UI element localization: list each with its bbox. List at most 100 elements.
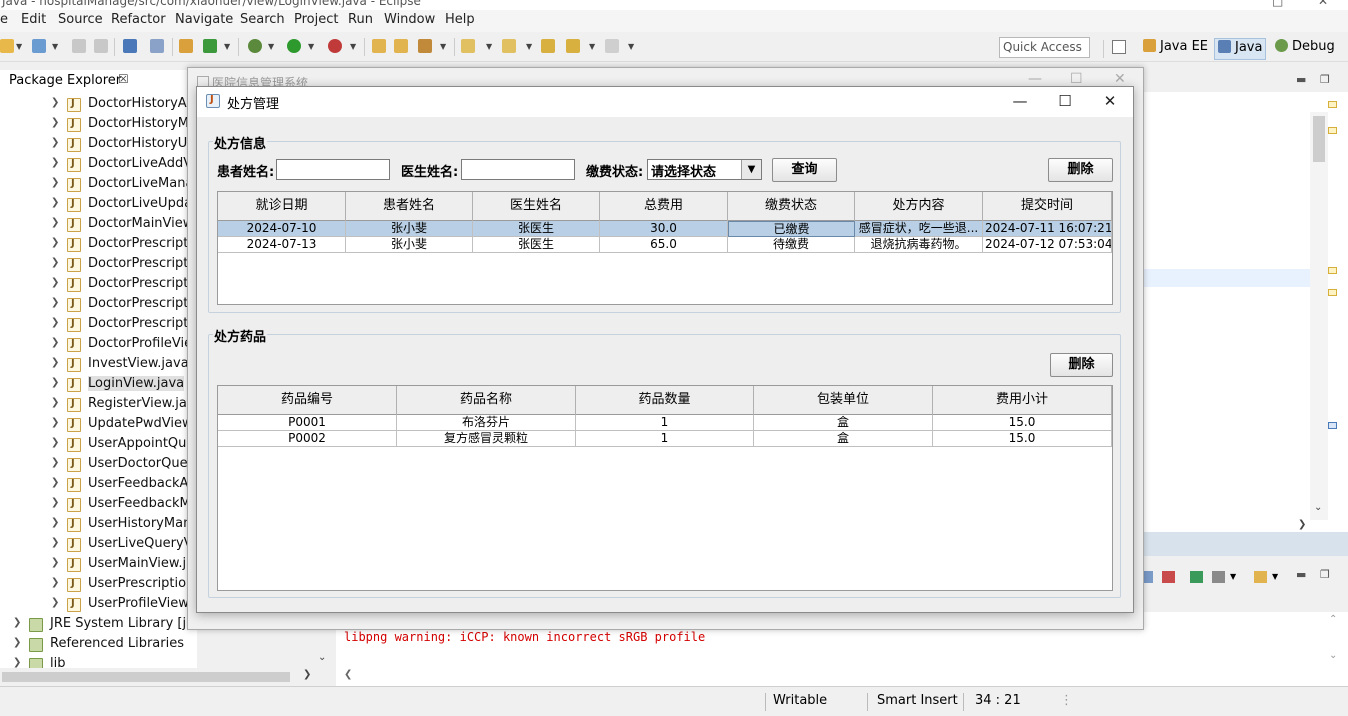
- menu-refactor[interactable]: Refactor: [111, 12, 166, 27]
- debug-icon[interactable]: [248, 39, 262, 53]
- table-cell[interactable]: 布洛芬片: [397, 415, 576, 431]
- scroll-thumb[interactable]: [1313, 116, 1325, 162]
- tree-item-java-file[interactable]: ❯ DoctorHistoryMa: [0, 114, 197, 134]
- chevron-right-icon[interactable]: ❯: [51, 457, 59, 468]
- package-explorer-tab[interactable]: Package Explorer ☒: [0, 70, 190, 92]
- table-row[interactable]: 2024-07-10 张小斐 张医生 30.0 已缴费 感冒症状，吃一些退... 2024-…: [218, 221, 1112, 237]
- tree-item-java-file[interactable]: ❯ DoctorLiveAddVie: [0, 154, 197, 174]
- chevron-right-icon[interactable]: ❯: [51, 557, 59, 568]
- tree-item-java-file[interactable]: ❯ UserProfileView.ja: [0, 594, 197, 614]
- chevron-right-icon[interactable]: ❯: [51, 217, 59, 228]
- console-vscrollbar[interactable]: ⌃ ⌄: [1327, 614, 1345, 668]
- tree-item-java-file[interactable]: ❯ DoctorPrescriptio: [0, 254, 197, 274]
- column-header[interactable]: 药品数量: [576, 386, 754, 415]
- tree-item-java-file[interactable]: ❯ RegisterView.java: [0, 394, 197, 414]
- chevron-right-icon[interactable]: ❯: [51, 477, 59, 488]
- tree-item-library[interactable]: ❯ JRE System Library [jre1: [0, 614, 197, 634]
- open-console-dropdown-icon[interactable]: ▼: [1272, 572, 1278, 581]
- doctor-name-input[interactable]: [461, 159, 575, 180]
- column-header[interactable]: 总费用: [600, 192, 728, 221]
- table-cell[interactable]: 复方感冒灵颗粒: [397, 431, 576, 447]
- console-icon[interactable]: [123, 39, 137, 53]
- tree-item-java-file[interactable]: ❯ DoctorProfileView: [0, 334, 197, 354]
- console-hscrollbar[interactable]: ❮: [344, 669, 1344, 685]
- dialog-title-bar[interactable]: 处方管理 — ☐ ✕: [197, 87, 1133, 117]
- scroll-up-icon[interactable]: ⌃: [1329, 614, 1337, 625]
- tree-item-java-file[interactable]: ❯ UserFeedbackMa: [0, 494, 197, 514]
- quick-access-input[interactable]: Quick Access: [999, 37, 1090, 58]
- chevron-right-icon[interactable]: ❯: [51, 137, 59, 148]
- tree-item-java-file[interactable]: ❯ DoctorHistoryUpc: [0, 134, 197, 154]
- chevron-right-icon[interactable]: ❯: [51, 317, 59, 328]
- menu-navigate[interactable]: Navigate: [175, 12, 233, 27]
- tree-item-java-file[interactable]: ❯ UserFeedbackAd: [0, 474, 197, 494]
- chevron-right-icon[interactable]: ❯: [51, 297, 59, 308]
- open-type-icon[interactable]: [372, 39, 386, 53]
- refresh-dropdown-icon[interactable]: ▼: [224, 42, 230, 51]
- close-icon[interactable]: ✕: [1114, 71, 1126, 87]
- prescription-table[interactable]: 就诊日期 患者姓名 医生姓名 总费用 缴费状态 处方内容 提交时间 2024-07-10 张小斐…: [217, 191, 1113, 305]
- maximize-icon[interactable]: ❐: [1320, 568, 1330, 581]
- table-row[interactable]: P0002 复方感冒灵颗粒 1 盒 15.0: [218, 431, 1112, 447]
- warning-marker-icon[interactable]: [1328, 267, 1337, 274]
- search-tool-icon[interactable]: [418, 39, 432, 53]
- minimize-icon[interactable]: —: [1028, 71, 1042, 87]
- minimize-icon[interactable]: ▬: [1296, 73, 1306, 86]
- tree-item-java-file[interactable]: ❯ UserDoctorQuery: [0, 454, 197, 474]
- table-cell[interactable]: 盒: [754, 431, 933, 447]
- perspective-java-ee[interactable]: Java EE: [1140, 38, 1211, 60]
- table-cell[interactable]: P0001: [218, 415, 397, 431]
- table-cell[interactable]: 2024-07-13: [218, 237, 346, 253]
- query-button[interactable]: 查询: [772, 158, 837, 182]
- eclipse-maximize-icon[interactable]: □: [1272, 0, 1283, 8]
- build-icon[interactable]: [179, 39, 193, 53]
- close-button[interactable]: ✕: [1087, 87, 1133, 117]
- chevron-right-icon[interactable]: ❯: [13, 637, 21, 648]
- table-cell[interactable]: 15.0: [933, 415, 1112, 431]
- info-marker-icon[interactable]: [1328, 422, 1337, 429]
- chevron-right-icon[interactable]: ❯: [51, 597, 59, 608]
- run-external-dropdown-icon[interactable]: ▼: [350, 42, 356, 51]
- package-explorer-hscrollbar[interactable]: ❯: [0, 668, 330, 686]
- close-icon[interactable]: ☒: [118, 72, 129, 86]
- forward-dropdown-icon[interactable]: ▼: [628, 42, 634, 51]
- menu-edit[interactable]: Edit: [21, 12, 46, 27]
- patient-name-input[interactable]: [276, 159, 390, 180]
- tree-item-java-file[interactable]: ❯ UserMainView.jav: [0, 554, 197, 574]
- table-cell[interactable]: 张小斐: [346, 221, 473, 237]
- menu-window[interactable]: Window: [384, 12, 435, 27]
- chevron-right-icon[interactable]: ❯: [51, 417, 59, 428]
- tree-item-java-file[interactable]: ❯ UserPrescriptionC: [0, 574, 197, 594]
- table-cell[interactable]: 感冒症状，吃一些退...: [855, 221, 983, 237]
- delete-drug-button[interactable]: 删除: [1050, 353, 1113, 377]
- drug-table[interactable]: 药品编号 药品名称 药品数量 包装单位 费用小计 P0001 布洛芬片 1 盒 15.0 P0002…: [217, 385, 1113, 591]
- minimize-icon[interactable]: ▬: [1296, 568, 1306, 581]
- chevron-right-icon[interactable]: ❯: [51, 257, 59, 268]
- open-console-icon[interactable]: [1254, 571, 1267, 583]
- console-display-icon[interactable]: [1212, 571, 1225, 583]
- chevron-right-icon[interactable]: ❯: [51, 337, 59, 348]
- chevron-right-icon[interactable]: ❯: [51, 277, 59, 288]
- scroll-left-icon[interactable]: ❮: [344, 669, 352, 680]
- chevron-right-icon[interactable]: ❯: [51, 157, 59, 168]
- run-external-icon[interactable]: [328, 39, 342, 53]
- chevron-right-icon[interactable]: ❯: [51, 357, 59, 368]
- chevron-right-icon[interactable]: ❯: [51, 497, 59, 508]
- column-header[interactable]: 就诊日期: [218, 192, 346, 221]
- warning-marker-icon[interactable]: [1328, 101, 1337, 108]
- column-header[interactable]: 药品编号: [218, 386, 397, 415]
- console-display-dropdown-icon[interactable]: ▼: [1230, 572, 1236, 581]
- chevron-right-icon[interactable]: ❯: [51, 517, 59, 528]
- chevron-right-icon[interactable]: ❯: [13, 657, 21, 668]
- chevron-right-icon[interactable]: ❯: [51, 397, 59, 408]
- payment-status-select[interactable]: 请选择状态 ▼: [647, 159, 762, 180]
- scroll-thumb[interactable]: [2, 672, 290, 682]
- run-dropdown-icon[interactable]: ▼: [308, 42, 314, 51]
- minimize-button[interactable]: —: [997, 87, 1043, 117]
- perspective-java[interactable]: Java: [1214, 38, 1267, 60]
- scroll-down-icon[interactable]: ⌄: [1329, 650, 1337, 661]
- table-cell[interactable]: 15.0: [933, 431, 1112, 447]
- column-header[interactable]: 提交时间: [983, 192, 1112, 221]
- console-remove-icon[interactable]: [1162, 571, 1175, 583]
- table-cell[interactable]: 张小斐: [346, 237, 473, 253]
